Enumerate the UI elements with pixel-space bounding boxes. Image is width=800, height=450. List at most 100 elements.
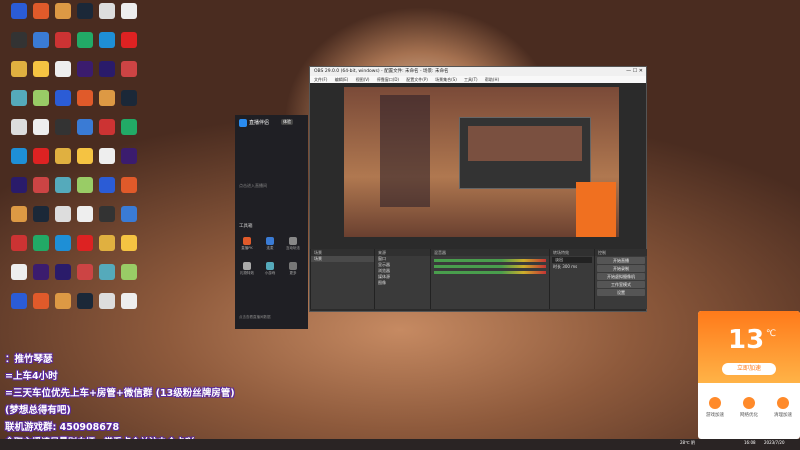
bottom-hint[interactable]: 点击查看直播间数据 (239, 315, 271, 320)
desktop-icon[interactable] (30, 235, 52, 265)
desktop-icon[interactable] (52, 293, 74, 323)
tool-item[interactable]: 礼物特效 (239, 262, 255, 280)
desktop-icon[interactable] (96, 90, 118, 120)
start-streaming-button[interactable]: 开始直播 (597, 257, 645, 264)
desktop-icon[interactable] (52, 264, 74, 294)
desktop-icon[interactable] (74, 119, 96, 149)
desktop-icon[interactable] (74, 235, 96, 265)
desktop-icon[interactable] (52, 3, 74, 33)
desktop-icon[interactable] (96, 177, 118, 207)
desktop-icon[interactable] (52, 206, 74, 236)
tool-item[interactable]: 更多 (285, 262, 301, 280)
desktop-icon[interactable] (96, 3, 118, 33)
desktop-icon[interactable] (8, 119, 30, 149)
desktop-icon[interactable] (118, 3, 140, 33)
menu-view[interactable]: 视图(V) (356, 77, 370, 82)
weather-text[interactable]: 28℃ 阴 (680, 440, 695, 446)
virtual-camera-button[interactable]: 开始虚拟摄像机 (597, 273, 645, 280)
desktop-icon[interactable] (118, 177, 140, 207)
desktop-icon[interactable] (52, 32, 74, 62)
desktop-icon[interactable] (30, 32, 52, 62)
desktop-icon[interactable] (8, 61, 30, 91)
duration-value[interactable]: 300 ms (562, 264, 577, 269)
desktop-icon[interactable] (74, 3, 96, 33)
desktop-icon[interactable] (8, 206, 30, 236)
desktop-icon[interactable] (30, 293, 52, 323)
desktop-icon[interactable] (30, 177, 52, 207)
desktop-icon[interactable] (96, 32, 118, 62)
desktop-icon[interactable] (118, 119, 140, 149)
desktop-icon[interactable] (30, 3, 52, 33)
desktop-icon[interactable] (118, 235, 140, 265)
desktop-icon[interactable] (74, 264, 96, 294)
menu-docks[interactable]: 停靠窗口(D) (377, 77, 399, 82)
desktop-icon[interactable] (8, 32, 30, 62)
desktop-icon[interactable] (74, 32, 96, 62)
desktop-icon[interactable] (74, 206, 96, 236)
desktop-icon[interactable] (74, 90, 96, 120)
desktop-icon[interactable] (30, 264, 52, 294)
desktop-icon[interactable] (96, 235, 118, 265)
desktop-icon[interactable] (96, 264, 118, 294)
desktop-icon[interactable] (96, 293, 118, 323)
desktop-icon[interactable] (8, 293, 30, 323)
desktop-icon[interactable] (118, 293, 140, 323)
desktop-icon[interactable] (74, 177, 96, 207)
transition-select[interactable]: 淡出 (552, 257, 592, 263)
scene-item[interactable]: 场景 (311, 256, 374, 262)
desktop-icon[interactable] (52, 177, 74, 207)
clock-time[interactable]: 16:08 (744, 440, 756, 445)
clock-date[interactable]: 2023/7/20 (764, 440, 785, 445)
desktop-icon[interactable] (74, 61, 96, 91)
desktop-icon[interactable] (118, 32, 140, 62)
desktop-icon[interactable] (8, 90, 30, 120)
version-badge[interactable]: 体验 (281, 119, 293, 125)
settings-button[interactable]: 设置 (597, 289, 645, 296)
menu-edit[interactable]: 编辑(E) (335, 77, 349, 82)
menu-scenes[interactable]: 场景集合(S) (435, 77, 457, 82)
card-item[interactable]: 游戏加速 (701, 397, 729, 418)
desktop-icon[interactable] (52, 119, 74, 149)
card-item[interactable]: 网络优化 (735, 397, 763, 418)
desktop-icon[interactable] (8, 148, 30, 178)
desktop-icon[interactable] (8, 235, 30, 265)
desktop-icon[interactable] (96, 206, 118, 236)
desktop-icon[interactable] (8, 3, 30, 33)
tool-item[interactable]: 小游戏 (262, 262, 278, 280)
desktop-icon[interactable] (74, 293, 96, 323)
desktop-icon[interactable] (52, 90, 74, 120)
source-item[interactable]: 图像 (375, 280, 430, 286)
desktop-icon[interactable] (96, 61, 118, 91)
tool-item[interactable]: 直播PK (239, 237, 255, 255)
menu-file[interactable]: 文件(F) (314, 77, 327, 82)
menu-help[interactable]: 帮助(H) (485, 77, 499, 82)
tool-item[interactable]: 互动玩法 (285, 237, 301, 255)
desktop-icon[interactable] (118, 61, 140, 91)
start-recording-button[interactable]: 开始录制 (597, 265, 645, 272)
desktop-icon[interactable] (52, 61, 74, 91)
enter-hint[interactable]: 点击进入直播间 (239, 183, 267, 189)
desktop-icon[interactable] (8, 177, 30, 207)
desktop-icon[interactable] (52, 148, 74, 178)
desktop-icon[interactable] (30, 148, 52, 178)
accelerate-button[interactable]: 立即加速 (722, 363, 776, 375)
menu-profile[interactable]: 配置文件(P) (406, 77, 428, 82)
desktop-icon[interactable] (30, 206, 52, 236)
studio-mode-button[interactable]: 工作室模式 (597, 281, 645, 288)
obs-preview[interactable] (344, 87, 619, 237)
desktop-icon[interactable] (8, 264, 30, 294)
window-controls[interactable]: — ☐ ✕ (626, 67, 643, 76)
desktop-icon[interactable] (118, 90, 140, 120)
menu-tools[interactable]: 工具(T) (464, 77, 478, 82)
desktop-icon[interactable] (30, 61, 52, 91)
desktop-icon[interactable] (96, 119, 118, 149)
desktop-icon[interactable] (118, 264, 140, 294)
card-item[interactable]: 清理加速 (769, 397, 797, 418)
desktop-icon[interactable] (30, 119, 52, 149)
desktop-icon[interactable] (30, 90, 52, 120)
desktop-icon[interactable] (118, 148, 140, 178)
desktop-icon[interactable] (118, 206, 140, 236)
desktop-icon[interactable] (52, 235, 74, 265)
desktop-icon[interactable] (96, 148, 118, 178)
desktop-icon[interactable] (74, 148, 96, 178)
